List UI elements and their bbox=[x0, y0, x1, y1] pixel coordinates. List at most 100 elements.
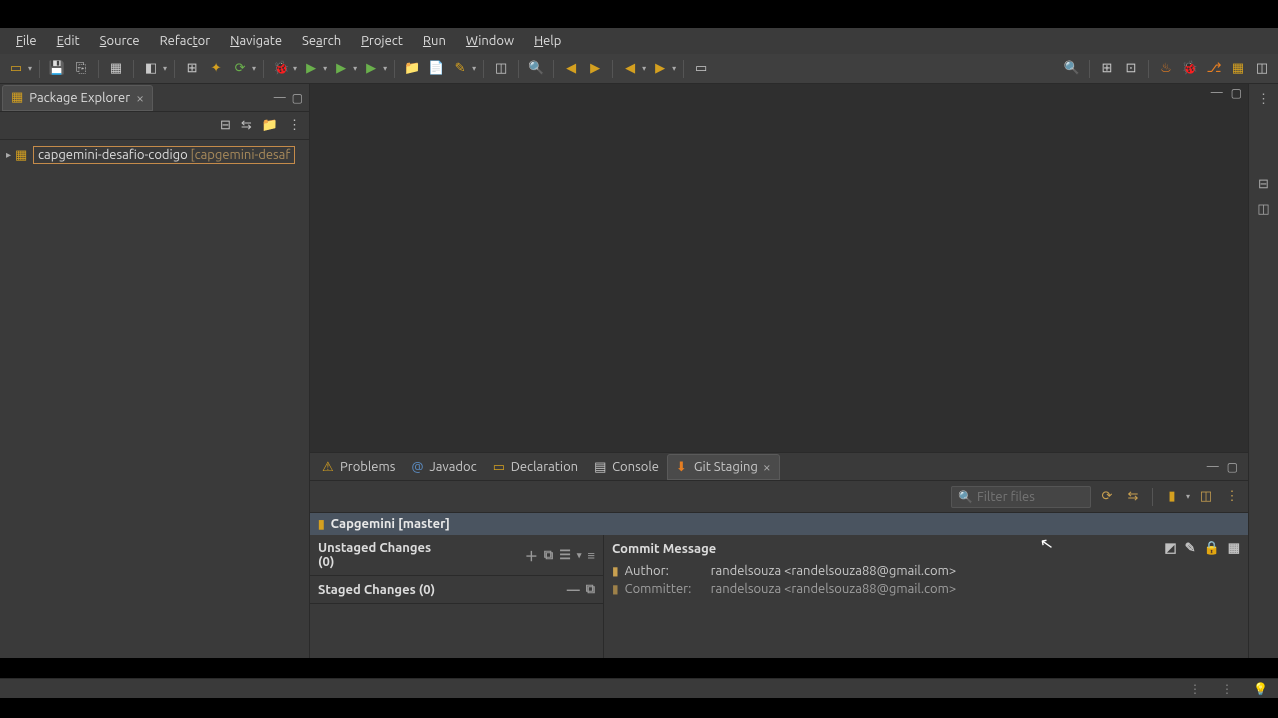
staged-section: Staged Changes (0) — ⧉ bbox=[310, 576, 603, 604]
repo-select-icon[interactable]: ▮ bbox=[1162, 487, 1182, 507]
close-icon[interactable]: × bbox=[136, 90, 144, 106]
repo-title: Capgemini [master] bbox=[331, 517, 450, 531]
open-type-icon[interactable]: ◧ bbox=[141, 59, 161, 79]
expand-arrow-icon[interactable]: ▸ bbox=[6, 149, 11, 161]
back-icon[interactable]: ◀ bbox=[620, 59, 640, 79]
status-progress-icon[interactable]: ⋮ bbox=[1221, 682, 1233, 696]
git-icon: ⬇ bbox=[676, 460, 689, 473]
quick-access-icon[interactable]: 🔍 bbox=[1062, 59, 1082, 79]
unstage-selected-icon[interactable]: — bbox=[567, 583, 580, 597]
repo-icon: ▮ bbox=[318, 517, 325, 531]
package-explorer-tab[interactable]: ▦ Package Explorer × bbox=[2, 85, 153, 111]
next-annotation-icon[interactable]: ▶ bbox=[585, 59, 605, 79]
outline-trim-icon[interactable]: ⋮ bbox=[1257, 92, 1270, 107]
perspective-switch-icon[interactable]: ⊡ bbox=[1121, 59, 1141, 79]
menu-navigate[interactable]: Navigate bbox=[220, 30, 292, 52]
minimize-icon[interactable]: — bbox=[1211, 86, 1223, 100]
presentation-icon[interactable]: ☰ bbox=[559, 548, 571, 563]
sort-dropdown[interactable]: ▾ bbox=[577, 550, 582, 561]
project-name: capgemini-desafio-codigo bbox=[38, 148, 188, 162]
toggle-breadcrumb-icon[interactable]: ⊞ bbox=[182, 59, 202, 79]
add-selected-icon[interactable]: ＋ bbox=[525, 546, 538, 565]
skip-breakpoints-icon[interactable]: ✦ bbox=[206, 59, 226, 79]
menu-file[interactable]: File bbox=[6, 30, 47, 52]
search-tool-icon[interactable]: 🔍 bbox=[526, 59, 546, 79]
minimap-trim-icon[interactable]: ◫ bbox=[1257, 202, 1269, 217]
close-icon[interactable]: × bbox=[763, 459, 771, 475]
view-menu-icon[interactable]: ⋮ bbox=[288, 118, 301, 133]
new-dropdown[interactable]: ▾ bbox=[28, 64, 32, 73]
author-value[interactable]: randelsouza <randelsouza88@gmail.com> bbox=[711, 564, 957, 578]
link-selection-icon[interactable]: ⇆ bbox=[1123, 487, 1143, 507]
menu-refactor[interactable]: Refactor bbox=[150, 30, 221, 52]
maximize-icon[interactable]: ▢ bbox=[292, 91, 303, 105]
focus-task-icon[interactable]: 📁 bbox=[262, 118, 278, 133]
maximize-icon[interactable]: ▢ bbox=[1227, 460, 1238, 474]
preview-icon[interactable]: ▦ bbox=[1228, 541, 1240, 556]
tip-icon[interactable]: 💡 bbox=[1253, 682, 1268, 696]
menu-edit[interactable]: Edit bbox=[47, 30, 90, 52]
add-all-icon[interactable]: ⧉ bbox=[544, 548, 553, 563]
tab-declaration[interactable]: ▭ Declaration bbox=[485, 456, 586, 478]
link-editor-icon[interactable]: ⇆ bbox=[241, 118, 252, 133]
menu-search[interactable]: Search bbox=[292, 30, 351, 52]
java-perspective-icon[interactable]: ♨ bbox=[1156, 59, 1176, 79]
view-menu-icon[interactable]: ⋮ bbox=[1222, 487, 1242, 507]
package-explorer-label: Package Explorer bbox=[29, 91, 130, 105]
menu-window[interactable]: Window bbox=[456, 30, 524, 52]
coverage-icon[interactable]: ▶ bbox=[331, 59, 351, 79]
project-node[interactable]: ▸ ▦ capgemini-desafio-codigo [capgemini-… bbox=[2, 144, 307, 166]
new-folder-icon[interactable]: ✎ bbox=[450, 59, 470, 79]
save-all-icon[interactable]: ⎘ bbox=[71, 59, 91, 79]
run-last-icon[interactable]: ▶ bbox=[361, 59, 381, 79]
refresh-icon[interactable]: ⟳ bbox=[1097, 487, 1117, 507]
tab-console[interactable]: ▤ Console bbox=[586, 456, 667, 478]
tab-git-staging[interactable]: ⬇ Git Staging × bbox=[667, 454, 780, 480]
repo-header: ▮ Capgemini [master] bbox=[310, 513, 1248, 535]
sort-icon[interactable]: ≡ bbox=[587, 548, 595, 563]
editor-area: — ▢ bbox=[310, 84, 1248, 453]
signoff-icon[interactable]: ✎ bbox=[1185, 541, 1196, 556]
committer-value[interactable]: randelsouza <randelsouza88@gmail.com> bbox=[711, 582, 957, 596]
status-handle-icon[interactable]: ⋮ bbox=[1189, 682, 1201, 696]
compare-mode-icon[interactable]: ◫ bbox=[1196, 487, 1216, 507]
run-icon[interactable]: ▶ bbox=[301, 59, 321, 79]
open-task-icon[interactable]: ◫ bbox=[491, 59, 511, 79]
window-titlebar bbox=[0, 0, 1278, 28]
new-package-icon[interactable]: 📁 bbox=[402, 59, 422, 79]
tab-problems[interactable]: ⚠ Problems bbox=[314, 456, 403, 478]
package-explorer-view: ▦ Package Explorer × — ▢ ⊟ ⇆ 📁 ⋮ ▸ ▦ cap… bbox=[0, 84, 310, 658]
search-icon: 🔍 bbox=[958, 490, 973, 504]
minimize-icon[interactable]: — bbox=[1207, 460, 1219, 474]
team-perspective-icon[interactable]: ◫ bbox=[1252, 59, 1272, 79]
minimize-icon[interactable]: — bbox=[274, 91, 286, 105]
new-icon[interactable]: ▭ bbox=[6, 59, 26, 79]
open-perspective-icon[interactable]: ⊞ bbox=[1097, 59, 1117, 79]
main-menubar: File Edit Source Refactor Navigate Searc… bbox=[0, 28, 1278, 54]
forward-icon[interactable]: ▶ bbox=[650, 59, 670, 79]
collapse-all-icon[interactable]: ⊟ bbox=[220, 118, 231, 133]
filter-files-input[interactable]: 🔍 bbox=[951, 486, 1091, 508]
resource-perspective-icon[interactable]: ▦ bbox=[1228, 59, 1248, 79]
git-perspective-icon[interactable]: ⎇ bbox=[1204, 59, 1224, 79]
task-list-trim-icon[interactable]: ⊟ bbox=[1258, 177, 1269, 192]
amend-icon[interactable]: ◩ bbox=[1164, 541, 1176, 556]
menu-source[interactable]: Source bbox=[90, 30, 150, 52]
menu-help[interactable]: Help bbox=[524, 30, 571, 52]
menu-project[interactable]: Project bbox=[351, 30, 413, 52]
filter-files-field[interactable] bbox=[977, 490, 1084, 504]
pin-editor-icon[interactable]: ▭ bbox=[691, 59, 711, 79]
unstage-all-icon[interactable]: ⧉ bbox=[586, 582, 595, 597]
maximize-icon[interactable]: ▢ bbox=[1231, 86, 1242, 100]
new-class-icon[interactable]: 📄 bbox=[426, 59, 446, 79]
save-icon[interactable]: 💾 bbox=[47, 59, 67, 79]
debug-perspective-icon[interactable]: 🐞 bbox=[1180, 59, 1200, 79]
debug-icon[interactable]: 🐞 bbox=[271, 59, 291, 79]
menu-run[interactable]: Run bbox=[413, 30, 456, 52]
build-icon[interactable]: ▦ bbox=[106, 59, 126, 79]
prev-annotation-icon[interactable]: ◀ bbox=[561, 59, 581, 79]
project-tree[interactable]: ▸ ▦ capgemini-desafio-codigo [capgemini-… bbox=[0, 140, 309, 658]
changeid-icon[interactable]: 🔒 bbox=[1204, 541, 1220, 556]
tab-javadoc[interactable]: @ Javadoc bbox=[403, 456, 484, 478]
resume-icon[interactable]: ⟳ bbox=[230, 59, 250, 79]
